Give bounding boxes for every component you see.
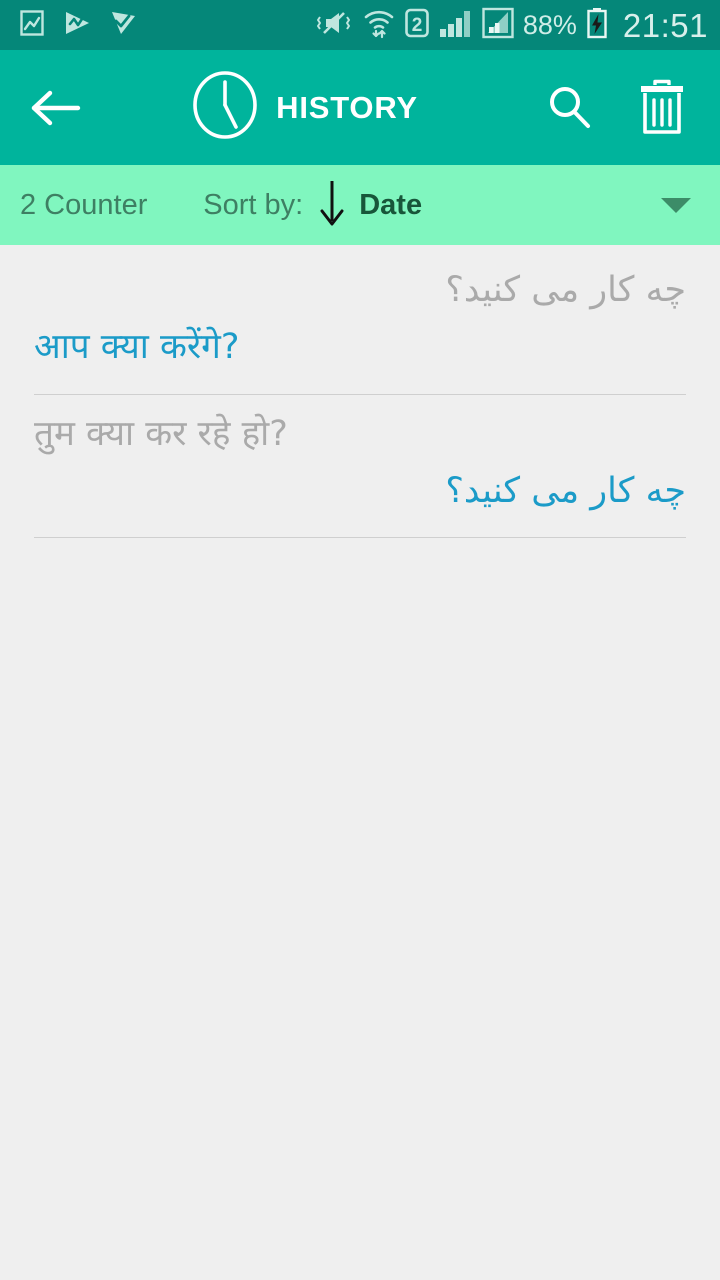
history-item-target-text: आप क्या करेंगे? [34, 327, 240, 368]
history-item-source-text: तुम क्या कर रहे हो? [34, 413, 288, 454]
search-button[interactable] [538, 76, 602, 140]
status-bar-notifications [18, 9, 138, 42]
trash-icon [641, 79, 683, 134]
signal-bars-icon [439, 8, 473, 43]
history-item[interactable]: چه کار می کنید؟ आप क्या करेंगे? [0, 251, 720, 394]
media-play-icon [62, 9, 92, 42]
wifi-transfer-icon [363, 7, 395, 44]
signal-box-icon [482, 7, 514, 44]
app-bar: HISTORY [0, 50, 720, 165]
status-bar-clock: 21:51 [622, 6, 708, 44]
sort-by-label: Sort by: [203, 188, 304, 221]
sort-bar: 2 Counter Sort by: Date [0, 165, 720, 245]
history-item-content: तुम क्या कर रहे हो? چه کار می کنید؟ [34, 395, 686, 538]
battery-percent-label: 88% [522, 9, 577, 40]
sort-value-label: Date [359, 188, 423, 221]
sort-by-control[interactable]: Sort by: Date [203, 177, 422, 234]
history-counter-label: 2 Counter [20, 188, 148, 221]
status-bar: 2 88% 21:51 [0, 0, 720, 50]
media-check-icon [108, 9, 138, 42]
app-bar-title-group: HISTORY [72, 70, 538, 145]
history-item[interactable]: तुम क्या कर रहे हो? چه کار می کنید؟ [0, 395, 720, 538]
page-title: HISTORY [276, 90, 418, 125]
status-bar-system-icons: 2 88% 21:51 [316, 7, 708, 44]
list-divider [34, 537, 686, 538]
sim2-icon: 2 [404, 7, 430, 44]
history-item-content: چه کار می کنید؟ आप क्या करेंगे? [34, 251, 686, 394]
history-list[interactable]: چه کار می کنید؟ आप क्या करेंगे? तुम क्या… [0, 245, 720, 1280]
sort-dropdown-button[interactable] [654, 183, 698, 227]
sort-descending-arrow-icon[interactable] [319, 177, 345, 234]
svg-text:2: 2 [412, 15, 423, 36]
history-item-source-text: چه کار می کنید؟ [445, 270, 686, 310]
chevron-down-icon [660, 197, 691, 213]
gallery-image-icon [18, 9, 46, 42]
battery-charging-icon [586, 7, 608, 44]
clock-icon [192, 70, 258, 145]
history-item-target-text: چه کار می کنید؟ [445, 470, 686, 511]
delete-all-button[interactable] [630, 76, 694, 140]
search-icon [550, 86, 590, 128]
mute-vibrate-icon [316, 8, 354, 43]
history-screen: 2 88% 21:51 HISTORY 2 Counter Sort by: D… [0, 0, 720, 1280]
